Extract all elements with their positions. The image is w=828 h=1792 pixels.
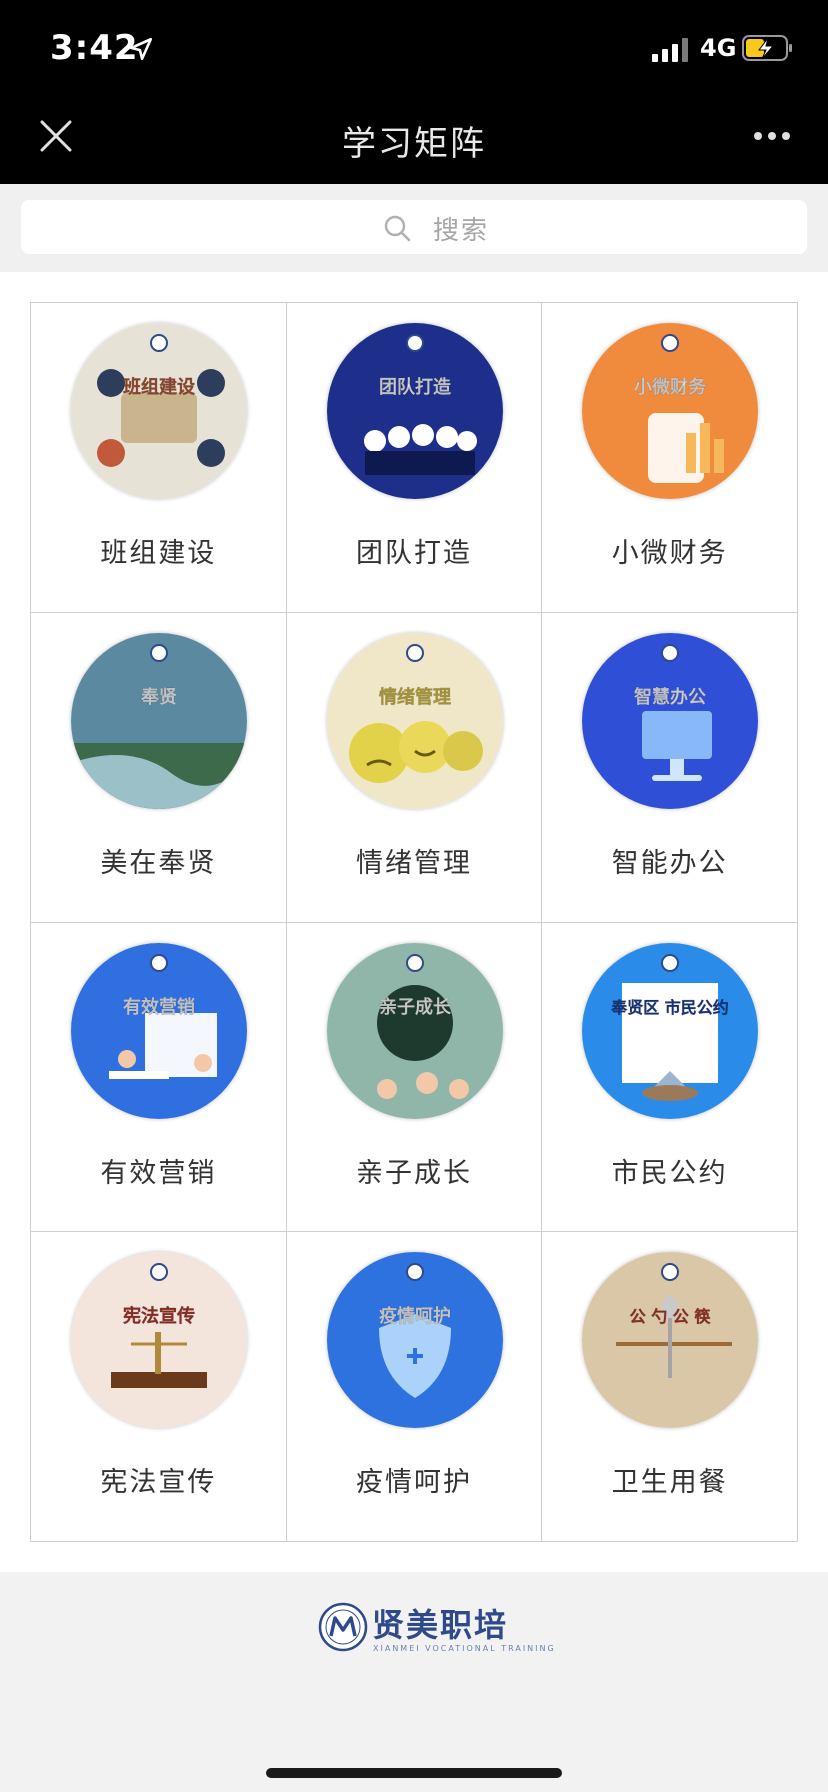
main-content: 班组建设 班组建设 团队打造 团队打造 小微财务 小微财务 奉贤 美在奉贤 情绪… (0, 272, 828, 1572)
thumbnail-title: 奉贤区 市民公约 (611, 998, 730, 1017)
tile-label: 班组建设 (100, 538, 217, 569)
nav-bar: 学习矩阵 (0, 96, 828, 184)
effective-marketing-image: 有效营销 (71, 942, 247, 1119)
marketing-icon: 有效营销 (71, 942, 247, 1119)
footer: 贤美职培 XIANMEI VOCATIONAL TRAINING (0, 1572, 828, 1792)
micro-finance-image: 小微财务 (582, 323, 759, 499)
thumbnail-title: 奉贤 (140, 686, 177, 708)
parent-child-growth-image: 亲子成长 (326, 942, 503, 1119)
hygienic-dining-image: 公 勺 公 筷 (582, 1252, 759, 1429)
thumbnail-title: 团队打造 (379, 376, 451, 398)
more-options-icon[interactable] (752, 130, 792, 142)
status-time: 3:42 (50, 28, 139, 68)
tile-effective-marketing[interactable]: 有效营销 有效营销 (31, 922, 287, 1233)
brand-logo-icon (318, 1602, 368, 1652)
tile-label: 智能办公 (611, 847, 728, 879)
thumbnail-title: 宪法宣传 (123, 1305, 195, 1327)
tile-label: 卫生用餐 (611, 1467, 728, 1499)
tile-citizen-convention[interactable]: 奉贤区 市民公约 市民公约 (542, 922, 798, 1233)
page-title: 学习矩阵 (342, 124, 486, 164)
tile-label: 团队打造 (355, 538, 472, 569)
thumbnail-title: 亲子成长 (379, 996, 452, 1018)
house-icon: 奉贤区 市民公约 (582, 942, 759, 1119)
search-icon (384, 215, 411, 242)
thumbnail-title: 智慧办公 (634, 686, 706, 708)
team-icon: 团队打造 (326, 323, 503, 499)
tile-team-building[interactable]: 班组建设 班组建设 (31, 303, 287, 613)
tile-hygienic-dining[interactable]: 公 勺 公 筷 卫生用餐 (542, 1232, 798, 1542)
brand-name: 贤美职培 (372, 1606, 509, 1644)
citizen-convention-image: 奉贤区 市民公约 (582, 942, 759, 1119)
constitution-publicity-image: 宪法宣传 (71, 1252, 247, 1429)
landscape-icon: 奉贤 (71, 632, 247, 809)
tile-parent-child-growth[interactable]: 亲子成长 亲子成长 (286, 922, 543, 1233)
thumbnail-title: 有效营销 (123, 996, 195, 1018)
tile-label: 亲子成长 (355, 1157, 472, 1189)
smart-office-image: 智慧办公 (582, 632, 759, 809)
thumbnail-title: 疫情呵护 (379, 1305, 451, 1327)
tile-beautiful-fengxian[interactable]: 奉贤 美在奉贤 (31, 612, 287, 923)
battery-charging-icon (742, 35, 792, 61)
home-indicator (266, 1768, 562, 1778)
tile-micro-finance[interactable]: 小微财务 小微财务 (542, 303, 798, 613)
course-grid: 班组建设 班组建设 团队打造 团队打造 小微财务 小微财务 奉贤 美在奉贤 情绪… (30, 302, 798, 1542)
location-arrow-icon (129, 37, 153, 61)
family-icon: 亲子成长 (326, 942, 503, 1119)
tile-label: 宪法宣传 (100, 1467, 217, 1499)
signal-icon (652, 38, 688, 62)
search-input[interactable]: 搜索 (21, 200, 807, 254)
scales-icon: 宪法宣传 (71, 1252, 247, 1429)
tile-team-creation[interactable]: 团队打造 团队打造 (286, 303, 543, 613)
beautiful-fengxian-image: 奉贤 (71, 632, 247, 809)
emotion-icon: 情绪管理 (326, 632, 503, 809)
search-bar: 搜索 (0, 184, 828, 272)
tile-label: 美在奉贤 (100, 847, 217, 879)
computer-icon: 智慧办公 (582, 632, 759, 809)
team-building-icon: 班组建设 (71, 323, 247, 499)
tile-label: 有效营销 (100, 1157, 217, 1189)
thumbnail-title: 班组建设 (123, 376, 195, 398)
tile-label: 疫情呵护 (355, 1467, 472, 1499)
thumbnail-title: 小微财务 (634, 376, 707, 398)
tile-smart-office[interactable]: 智慧办公 智能办公 (542, 612, 798, 923)
tile-label: 小微财务 (611, 538, 728, 569)
network-type: 4G (700, 34, 737, 62)
brand-subtitle: XIANMEI VOCATIONAL TRAINING (373, 1644, 556, 1653)
tile-label: 市民公约 (611, 1157, 728, 1189)
thumbnail-title: 公 勺 公 筷 (630, 1307, 712, 1326)
team-building-image: 班组建设 (71, 323, 247, 499)
emotion-management-image: 情绪管理 (326, 632, 503, 809)
tile-label: 情绪管理 (355, 847, 472, 879)
search-placeholder: 搜索 (433, 216, 490, 246)
epidemic-care-image: 疫情呵护 (326, 1252, 503, 1429)
tile-epidemic-care[interactable]: 疫情呵护 疫情呵护 (286, 1232, 543, 1542)
finance-icon: 小微财务 (582, 323, 759, 499)
chopsticks-icon: 公 勺 公 筷 (582, 1252, 759, 1429)
status-bar: 3:42 4G (0, 0, 828, 96)
tile-emotion-management[interactable]: 情绪管理 情绪管理 (286, 612, 543, 923)
thumbnail-title: 情绪管理 (379, 686, 451, 708)
team-creation-image: 团队打造 (326, 323, 503, 499)
tile-constitution-publicity[interactable]: 宪法宣传 宪法宣传 (31, 1232, 287, 1542)
shield-icon: 疫情呵护 (326, 1252, 503, 1429)
